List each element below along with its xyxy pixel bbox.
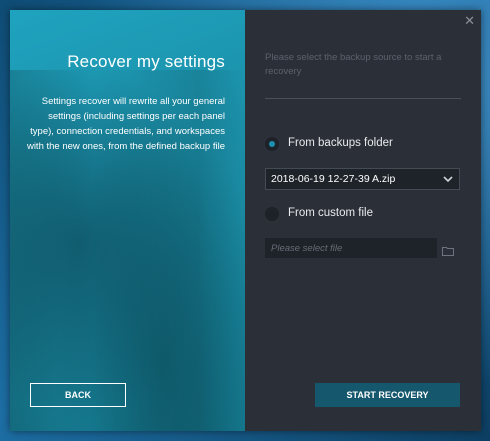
divider — [265, 98, 461, 99]
folder-icon[interactable] — [442, 243, 454, 256]
back-button[interactable]: BACK — [30, 383, 126, 407]
dialog-description: Settings recover will rewrite all your g… — [26, 96, 225, 152]
radio-custom-file[interactable] — [265, 207, 279, 221]
custom-file-input[interactable] — [265, 238, 437, 258]
close-icon[interactable]: ✕ — [464, 13, 475, 29]
radio-custom-file-label[interactable]: From custom file — [288, 207, 373, 219]
recover-settings-dialog: Recover my settings Settings recover wil… — [10, 10, 481, 431]
source-hint: Please select the backup source to start… — [265, 52, 442, 77]
right-panel: ✕ Please select the backup source to sta… — [245, 10, 481, 431]
backup-file-select-value: 2018-06-19 12-27-39 A.zip — [271, 173, 396, 185]
radio-backups-folder-label[interactable]: From backups folder — [288, 137, 393, 149]
left-panel: Recover my settings Settings recover wil… — [10, 10, 245, 431]
chevron-down-icon — [443, 169, 453, 197]
start-recovery-button[interactable]: START RECOVERY — [315, 383, 460, 407]
dialog-title: Recover my settings — [67, 52, 225, 71]
backup-file-select[interactable]: 2018-06-19 12-27-39 A.zip — [265, 168, 460, 190]
radio-backups-folder[interactable] — [265, 137, 279, 151]
